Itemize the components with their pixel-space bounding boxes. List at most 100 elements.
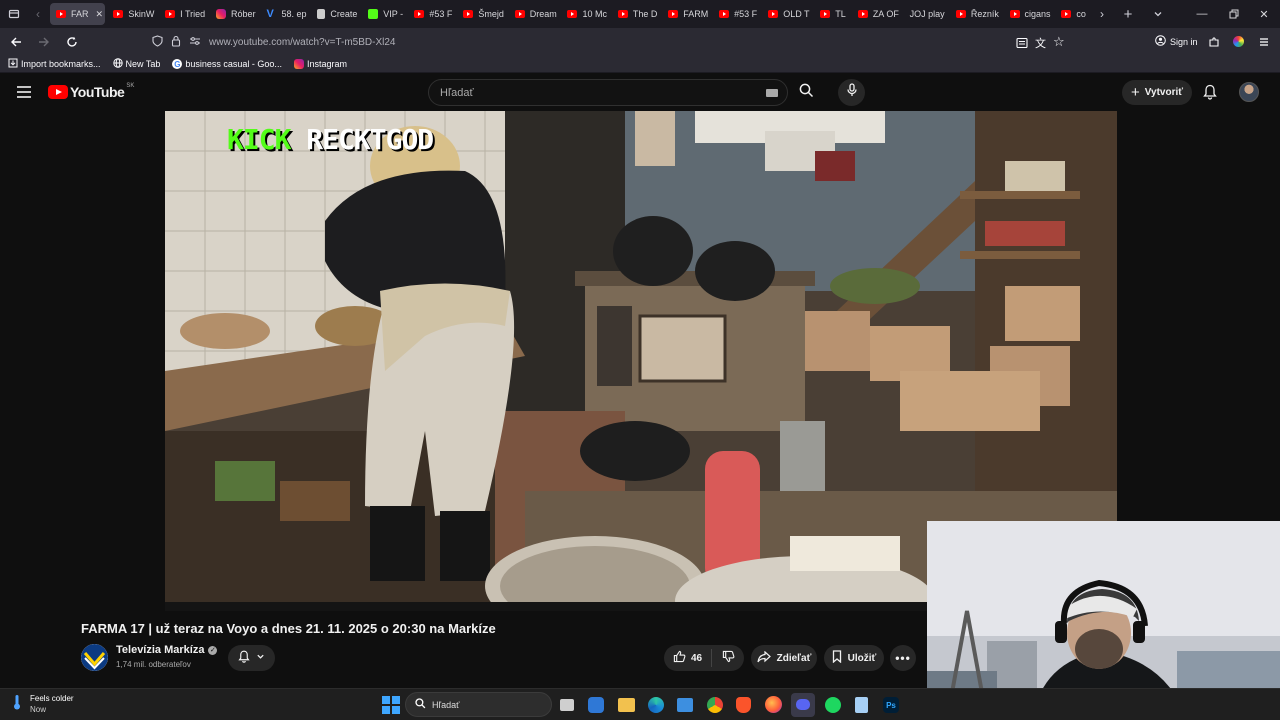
hamburger-menu-icon[interactable] xyxy=(16,85,32,104)
browser-tab[interactable]: ZA OF xyxy=(852,3,902,25)
tab-strip: ‹ FAR ✕ SkinW I Tried Róber V 58. ep Create VIP … xyxy=(0,0,1280,28)
photoshop-icon[interactable]: Ps xyxy=(883,697,899,713)
youtube-logo[interactable]: YouTube SK xyxy=(48,83,135,100)
youtube-icon xyxy=(56,10,66,18)
bookmark-star-icon[interactable]: ☆ xyxy=(1053,34,1065,50)
bookmark-business-casual[interactable]: G business casual - Goo... xyxy=(172,59,282,69)
browser-tab[interactable]: Řezník xyxy=(950,3,1002,25)
channel-name-row[interactable]: Televízia Markíza ✓ xyxy=(116,644,218,656)
store-icon[interactable] xyxy=(588,697,604,713)
edge-icon[interactable] xyxy=(648,697,664,713)
browser-tab[interactable]: SkinW xyxy=(107,3,157,25)
tab-label: 10 Mc xyxy=(582,9,607,19)
weather-widget[interactable]: Feels colder Now xyxy=(12,693,74,715)
youtube-icon xyxy=(617,10,628,18)
create-button[interactable]: + Vytvoriť xyxy=(1122,80,1192,105)
reader-view-icon[interactable] xyxy=(1016,36,1028,54)
region-code: SK xyxy=(126,83,135,89)
sign-in-label: Sign in xyxy=(1170,36,1198,47)
navigation-bar: www.youtube.com/watch?v=T-m5BD-Xl24 文 ☆ … xyxy=(0,28,1280,56)
browser-tab[interactable]: co xyxy=(1055,3,1090,25)
tab-list-icon[interactable] xyxy=(2,2,26,26)
bookmark-import[interactable]: Import bookmarks... xyxy=(8,58,101,70)
tab-label: TL xyxy=(835,9,846,19)
video-title: FARMA 17 | už teraz na Voyo a dnes 21. 1… xyxy=(81,621,496,636)
share-button[interactable]: Zdieľať xyxy=(751,645,817,671)
back-icon[interactable] xyxy=(4,30,28,54)
page-settings-icon[interactable] xyxy=(189,36,201,49)
bookmark-new-tab[interactable]: New Tab xyxy=(112,58,160,70)
url-text[interactable]: www.youtube.com/watch?v=T-m5BD-Xl24 xyxy=(209,37,395,48)
url-bar[interactable]: www.youtube.com/watch?v=T-m5BD-Xl24 xyxy=(152,30,1072,54)
new-tab-icon[interactable]: + xyxy=(1116,2,1140,26)
browser-tab[interactable]: #53 F xyxy=(408,3,455,25)
browser-tab[interactable]: The D xyxy=(612,3,660,25)
channel-avatar[interactable] xyxy=(81,644,108,671)
import-icon xyxy=(8,58,18,70)
close-window-icon[interactable]: ✕ xyxy=(1248,0,1280,28)
browser-tab[interactable]: JOJ play xyxy=(904,3,948,25)
color-extension-icon[interactable] xyxy=(1233,36,1244,47)
photos-icon[interactable] xyxy=(677,698,693,712)
browser-tab[interactable]: VIP - xyxy=(362,3,406,25)
search-input[interactable]: Hľadať xyxy=(428,79,788,106)
tab-overflow-chevron-icon[interactable] xyxy=(1146,2,1170,26)
brave-icon[interactable] xyxy=(736,697,751,713)
browser-tab[interactable]: Dream xyxy=(509,3,560,25)
browser-tab[interactable]: V 58. ep xyxy=(260,3,309,25)
notepad-icon[interactable] xyxy=(855,697,868,713)
bell-icon xyxy=(238,650,250,666)
save-button[interactable]: Uložiť xyxy=(824,645,884,671)
browser-tab[interactable]: I Tried xyxy=(159,3,208,25)
restore-icon[interactable] xyxy=(1218,0,1250,28)
keyboard-icon[interactable] xyxy=(766,89,778,97)
browser-tab[interactable]: #53 F xyxy=(713,3,760,25)
youtube-icon xyxy=(1061,10,1072,18)
tab-scroll-right-icon[interactable]: › xyxy=(1090,2,1114,26)
app-menu-icon[interactable] xyxy=(1258,35,1270,53)
minimize-icon[interactable]: — xyxy=(1186,0,1218,28)
youtube-icon xyxy=(668,10,679,18)
tracking-protection-shield-icon[interactable] xyxy=(152,34,163,50)
browser-tab[interactable]: TL xyxy=(814,3,850,25)
more-actions-button[interactable]: ••• xyxy=(890,645,916,671)
browser-tab[interactable]: Create xyxy=(311,3,360,25)
tab-scroll-left-icon[interactable]: ‹ xyxy=(26,2,50,26)
subscription-bell-button[interactable] xyxy=(228,645,275,671)
reload-icon[interactable] xyxy=(60,30,84,54)
bookmark-instagram[interactable]: Instagram xyxy=(293,59,347,69)
voice-search-button[interactable] xyxy=(838,79,865,106)
browser-tab[interactable]: OLD T xyxy=(762,3,812,25)
task-view-icon[interactable] xyxy=(560,699,574,711)
browser-tab[interactable]: 10 Mc xyxy=(561,3,609,25)
like-button[interactable]: 46 xyxy=(664,649,712,667)
browser-tab[interactable]: FAR ✕ xyxy=(50,3,106,25)
chrome-icon[interactable] xyxy=(707,697,723,713)
taskbar-search-placeholder: Hľadať xyxy=(432,699,460,710)
notifications-bell-icon[interactable] xyxy=(1203,84,1217,105)
close-tab-icon[interactable]: ✕ xyxy=(96,9,104,20)
taskbar-search-input[interactable]: Hľadať xyxy=(405,692,552,717)
channel-name[interactable]: Televízia Markíza xyxy=(116,644,204,656)
spotify-icon[interactable] xyxy=(825,697,841,713)
search-button[interactable] xyxy=(788,79,824,106)
windows-start-icon[interactable] xyxy=(381,695,401,715)
instagram-icon xyxy=(216,9,227,19)
firefox-icon[interactable] xyxy=(765,696,782,713)
tab-label: Róber xyxy=(231,9,256,19)
lock-icon[interactable] xyxy=(171,35,181,50)
extensions-icon[interactable] xyxy=(1208,35,1220,53)
file-explorer-icon[interactable] xyxy=(618,698,635,712)
dislike-button[interactable] xyxy=(712,650,744,666)
browser-tab[interactable]: cigans xyxy=(1004,3,1054,25)
sign-in-button[interactable]: Sign in xyxy=(1155,35,1198,48)
avatar[interactable] xyxy=(1239,82,1259,102)
youtube-header: YouTube SK Hľadať + Vytvoriť xyxy=(0,73,1280,111)
browser-tab[interactable]: Šmejd xyxy=(457,3,506,25)
forward-icon[interactable] xyxy=(32,30,56,54)
browser-tab[interactable]: FARM xyxy=(662,3,711,25)
discord-icon[interactable] xyxy=(791,693,815,717)
browser-tab[interactable]: Róber xyxy=(210,3,258,25)
save-label: Uložiť xyxy=(847,652,877,664)
translate-icon[interactable]: 文 xyxy=(1035,35,1046,51)
